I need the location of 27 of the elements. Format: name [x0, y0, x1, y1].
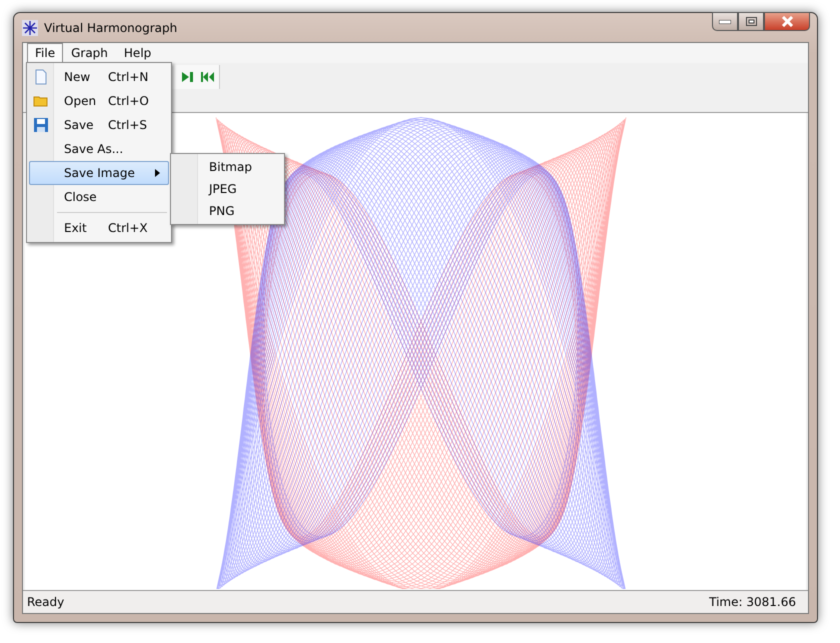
menu-item[interactable]: Save As... [29, 137, 169, 161]
menu-item[interactable]: Save Ctrl+S [29, 113, 169, 137]
skip-forward-icon[interactable] [179, 69, 195, 85]
maximize-button[interactable] [738, 12, 764, 31]
menu-title[interactable]: Help [116, 43, 160, 63]
status-time: Time: 3081.66 [709, 595, 796, 609]
status-message: Ready [27, 595, 64, 609]
menu-item[interactable]: Bitmap [173, 156, 282, 178]
minimize-icon [719, 20, 731, 24]
menu-item[interactable]: New Ctrl+N [29, 65, 169, 89]
menu-item[interactable]: Close [29, 185, 169, 209]
close-icon [780, 16, 794, 27]
menu-item[interactable]: Open Ctrl+O [29, 89, 169, 113]
minimize-button[interactable] [712, 12, 738, 31]
star-icon [22, 20, 38, 36]
menu-item[interactable]: JPEG [173, 178, 282, 200]
arrow-icon [155, 169, 160, 177]
window-title: Virtual Harmonograph [44, 20, 178, 34]
menu-item[interactable]: Exit Ctrl+X [29, 216, 169, 240]
maximize-icon [746, 17, 756, 26]
document-icon [33, 69, 49, 85]
close-button[interactable] [764, 12, 810, 31]
menu-item[interactable]: PNG [173, 200, 282, 222]
skip-back-icon[interactable] [199, 69, 215, 85]
menu-item[interactable]: Save Image [29, 161, 169, 185]
menu-title[interactable]: File [27, 43, 64, 63]
menu-title[interactable]: Graph [63, 43, 116, 63]
